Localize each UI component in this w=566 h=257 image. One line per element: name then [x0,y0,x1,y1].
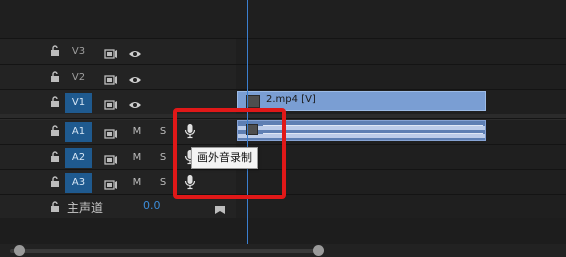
lock-icon[interactable] [50,125,62,138]
scroll-handle-right[interactable] [313,245,324,256]
scroll-handle-left[interactable] [14,245,25,256]
sync-lock-icon[interactable] [104,125,118,139]
tooltip: 画外音录制 [191,147,258,169]
scroll-track[interactable] [10,249,320,253]
track-label-v3[interactable]: V3 [65,42,92,62]
top-bar [0,0,566,38]
track-row-v2: V2 [0,64,566,90]
track-label-a3[interactable]: A3 [65,173,92,193]
sync-lock-icon[interactable] [104,45,118,59]
marker-icon[interactable] [215,199,225,214]
horizontal-scrollbar[interactable] [0,244,566,257]
mute-button[interactable]: M [130,173,144,193]
eye-icon[interactable] [128,96,142,108]
track-row-v3: V3 [0,38,566,64]
lock-icon[interactable] [50,151,62,164]
track-label-v1[interactable]: V1 [65,93,92,113]
lock-icon[interactable] [50,71,62,84]
eye-icon[interactable] [128,71,142,83]
track-label-v2[interactable]: V2 [65,68,92,88]
solo-button[interactable]: S [156,173,170,193]
eye-icon[interactable] [128,45,142,57]
lock-icon[interactable] [50,96,62,109]
sync-lock-icon[interactable] [104,96,118,110]
sync-lock-icon[interactable] [104,71,118,85]
video-clip-title: 2.mp4 [V] [266,94,316,105]
lock-icon[interactable] [50,176,62,189]
track-label-a1[interactable]: A1 [65,122,92,142]
lock-icon[interactable] [50,45,62,58]
solo-button[interactable]: S [156,122,170,142]
sync-lock-icon[interactable] [104,176,118,190]
lock-icon[interactable] [50,201,62,214]
sync-lock-icon[interactable] [104,151,118,165]
mute-button[interactable]: M [130,148,144,168]
master-volume-value[interactable]: 0.0 [143,199,161,212]
solo-button[interactable]: S [156,148,170,168]
master-track-label: 主声道 [67,201,104,215]
mute-button[interactable]: M [130,122,144,142]
track-label-a2[interactable]: A2 [65,148,92,168]
fx-badge-icon [246,95,260,108]
